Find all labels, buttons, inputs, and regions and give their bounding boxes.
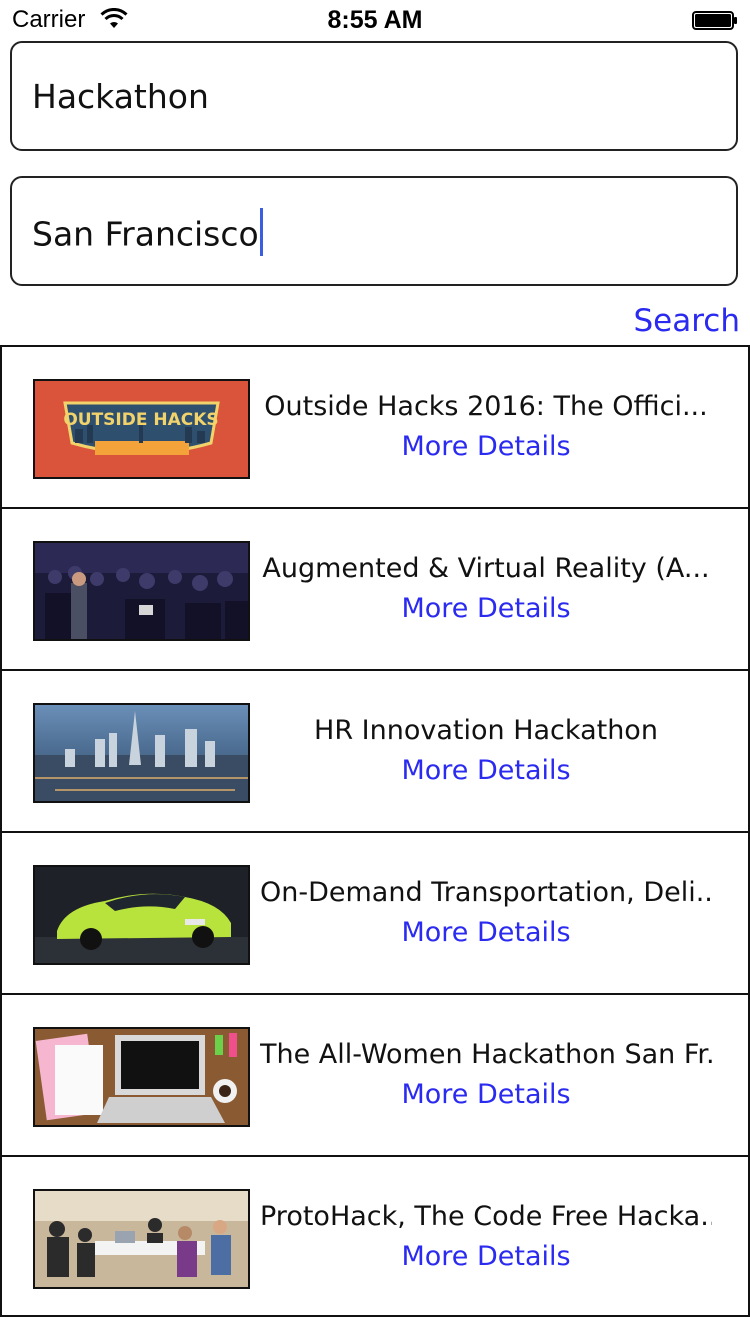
event-thumbnail bbox=[33, 541, 250, 641]
clock: 8:55 AM bbox=[327, 6, 423, 34]
search-button[interactable]: Search bbox=[633, 303, 740, 339]
more-details-link[interactable]: More Details bbox=[260, 755, 712, 786]
event-row[interactable]: HR Innovation Hackathon More Details bbox=[0, 669, 750, 831]
keyword-input-value: Hackathon bbox=[32, 77, 209, 116]
event-title: On-Demand Transportation, Deli... bbox=[260, 877, 712, 908]
svg-text:OUTSIDE HACKS: OUTSIDE HACKS bbox=[63, 410, 218, 430]
event-title: HR Innovation Hackathon bbox=[314, 715, 658, 746]
more-details-link[interactable]: More Details bbox=[260, 593, 712, 624]
more-details-link[interactable]: More Details bbox=[260, 431, 712, 462]
keyword-input[interactable]: Hackathon bbox=[10, 41, 738, 151]
event-title: ProtoHack, The Code Free Hacka... bbox=[260, 1201, 712, 1232]
more-details-link[interactable]: More Details bbox=[260, 1241, 712, 1272]
event-title: Augmented & Virtual Reality (A... bbox=[262, 553, 710, 584]
more-details-link[interactable]: More Details bbox=[260, 1079, 712, 1110]
location-input-wrap: San Francisco bbox=[32, 208, 263, 260]
event-row[interactable]: ProtoHack, The Code Free Hacka... More D… bbox=[0, 1155, 750, 1317]
event-thumbnail bbox=[33, 1027, 250, 1127]
event-thumbnail bbox=[33, 865, 250, 965]
battery-icon bbox=[692, 11, 737, 30]
event-list: OUTSIDE HACKS Outside Hacks 2016: The Of… bbox=[0, 345, 750, 1317]
event-thumbnail bbox=[33, 703, 250, 803]
event-row[interactable]: OUTSIDE HACKS Outside Hacks 2016: The Of… bbox=[0, 345, 750, 507]
event-row[interactable]: The All-Women Hackathon San Fr... More D… bbox=[0, 993, 750, 1155]
more-details-link[interactable]: More Details bbox=[260, 917, 712, 948]
event-title: Outside Hacks 2016: The Offici... bbox=[264, 391, 708, 422]
status-bar: Carrier 8:55 AM bbox=[0, 0, 750, 40]
event-thumbnail: OUTSIDE HACKS bbox=[33, 379, 250, 479]
event-title: The All-Women Hackathon San Fr... bbox=[260, 1039, 712, 1070]
event-row[interactable]: On-Demand Transportation, Deli... More D… bbox=[0, 831, 750, 993]
location-input-value: San Francisco bbox=[32, 214, 259, 254]
location-input[interactable]: San Francisco bbox=[10, 176, 738, 286]
event-row[interactable]: Augmented & Virtual Reality (A... More D… bbox=[0, 507, 750, 669]
text-caret bbox=[259, 208, 263, 256]
event-thumbnail bbox=[33, 1189, 250, 1289]
